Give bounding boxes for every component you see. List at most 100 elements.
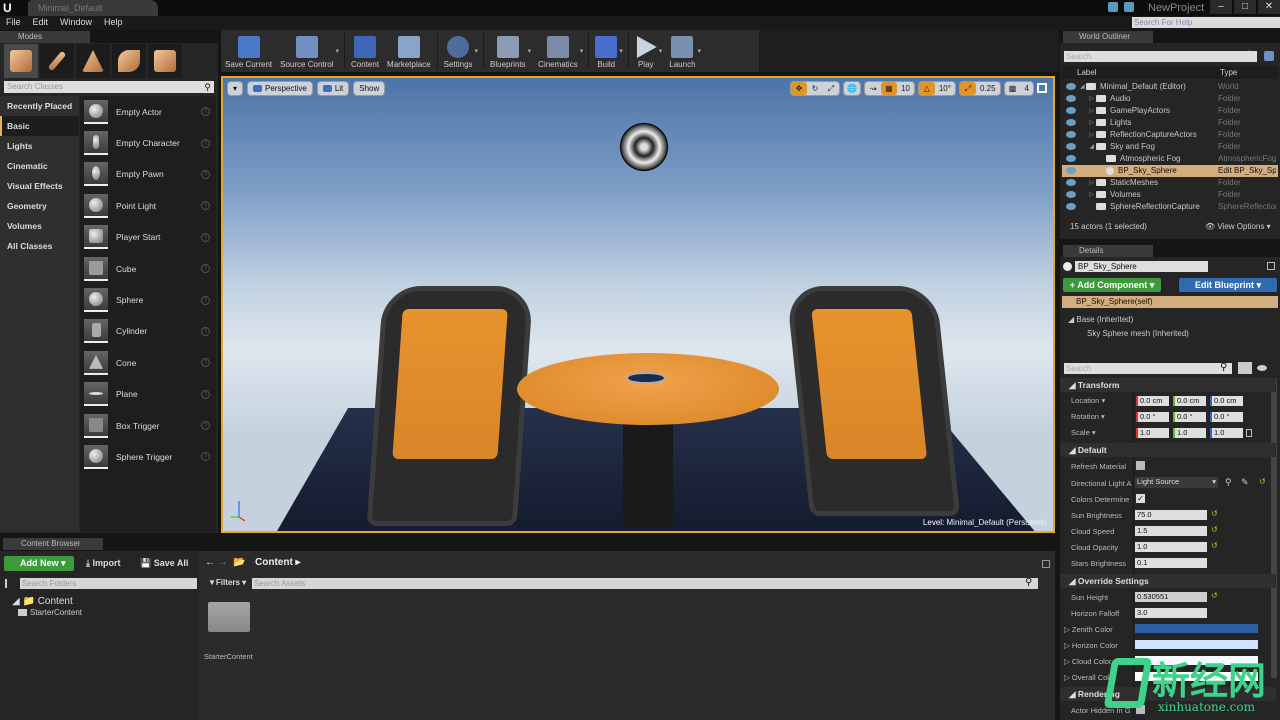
maximize-viewport-icon[interactable] <box>1037 83 1047 93</box>
back-arrow-icon[interactable]: ← <box>205 557 215 568</box>
starter-content-folder-tile[interactable] <box>208 602 250 632</box>
category-lights[interactable]: Lights <box>0 136 79 156</box>
help-icon[interactable]: ? <box>201 107 210 117</box>
category-geometry[interactable]: Geometry <box>0 196 79 216</box>
reset-icon[interactable]: ↺ <box>1259 477 1266 486</box>
class-item-empty-character[interactable]: Empty Character? <box>80 127 216 158</box>
browse-search-icon[interactable]: ⚲ <box>1225 477 1232 488</box>
lock-icon[interactable] <box>1042 560 1050 568</box>
eyedropper-icon[interactable]: ✎ <box>1241 477 1249 488</box>
scale-z-field[interactable]: 1.0 <box>1210 428 1243 438</box>
help-search-input[interactable]: Search For Help <box>1132 17 1280 28</box>
stars-brightness-field[interactable]: 0.1 <box>1135 558 1207 568</box>
tree-expander-icon[interactable]: ◢ <box>1080 143 1096 150</box>
outliner-row-type[interactable]: Edit BP_Sky_Sphere <box>1218 166 1276 175</box>
reset-icon[interactable]: ↺ <box>1211 509 1218 518</box>
location-y-field[interactable]: 0.0 cm <box>1173 396 1206 406</box>
outliner-row[interactable]: ▷ Audio Folder <box>1062 92 1278 104</box>
grid-snap-icon[interactable]: ▦ <box>880 82 897 95</box>
colors-determined-checkbox[interactable]: ✓ <box>1136 494 1145 503</box>
column-label[interactable]: Label <box>1077 68 1097 77</box>
rotation-snap-icon[interactable]: △ <box>918 82 935 95</box>
tree-expander-icon[interactable]: ▷ <box>1080 107 1096 114</box>
help-icon[interactable]: ? <box>201 138 210 148</box>
outliner-row[interactable]: ◢ Sky and Fog Folder <box>1062 140 1278 152</box>
visibility-eye-icon[interactable] <box>1066 94 1076 102</box>
class-item-empty-pawn[interactable]: Empty Pawn? <box>80 159 216 190</box>
help-icon[interactable]: ? <box>201 421 210 431</box>
visibility-eye-icon[interactable] <box>1066 82 1076 90</box>
tree-starter-content-folder[interactable]: StarterContent <box>30 608 82 617</box>
foliage-mode-button[interactable] <box>112 44 146 78</box>
visibility-eye-icon[interactable] <box>1066 106 1076 114</box>
rotation-snap-value[interactable]: 10° <box>935 82 955 95</box>
details-scrollbar[interactable] <box>1271 378 1277 678</box>
horizon-falloff-field[interactable]: 3.0 <box>1135 608 1207 618</box>
settings-button[interactable]: Settings <box>440 36 477 69</box>
place-mode-button[interactable] <box>4 44 38 78</box>
reset-icon[interactable]: ↺ <box>1211 525 1218 534</box>
lit-button[interactable]: Lit <box>316 81 350 96</box>
right-chair[interactable] <box>785 286 961 516</box>
class-item-cube[interactable]: Cube? <box>80 253 216 284</box>
outliner-row[interactable]: ▷ StaticMeshes Folder <box>1062 177 1278 189</box>
help-icon[interactable]: ? <box>201 389 210 399</box>
horizon-color-label[interactable]: ▷ Horizon Color <box>1064 641 1118 650</box>
sky-sphere-actor[interactable] <box>620 123 668 171</box>
view-options-button[interactable]: 👁 View Options ▾ <box>1205 222 1271 231</box>
visibility-eye-icon[interactable] <box>1066 118 1076 126</box>
class-item-plane[interactable]: Plane? <box>80 379 216 410</box>
visibility-eye-icon[interactable] <box>1066 191 1076 199</box>
details-search-input[interactable]: Search <box>1064 363 1232 374</box>
minimize-button[interactable]: – <box>1210 0 1232 14</box>
source-status-icon[interactable] <box>1124 2 1134 12</box>
class-item-player-start[interactable]: Player Start? <box>80 222 216 253</box>
outliner-row[interactable]: BP_Sky_Sphere Edit BP_Sky_Sphere <box>1062 164 1278 177</box>
location-label[interactable]: Location ▾ <box>1071 396 1105 405</box>
class-item-box-trigger[interactable]: Box Trigger? <box>80 410 216 441</box>
menu-help[interactable]: Help <box>98 16 129 30</box>
help-icon[interactable]: ? <box>201 201 210 211</box>
save-current-button[interactable]: Save Current <box>221 36 276 69</box>
notification-icon[interactable] <box>1108 2 1118 12</box>
class-item-sphere[interactable]: Sphere? <box>80 284 216 315</box>
add-new-button[interactable]: Add New ▾ <box>4 556 74 571</box>
class-item-cone[interactable]: Cone? <box>80 347 216 378</box>
play-button[interactable]: Play <box>631 36 661 69</box>
collapse-sources-icon[interactable] <box>5 579 16 588</box>
sun-brightness-field[interactable]: 75.0 <box>1135 510 1207 520</box>
tree-content-folder[interactable]: ◢ 📁 Content <box>12 596 73 607</box>
tree-expander-icon[interactable]: ▷ <box>1080 131 1096 138</box>
category-visual-effects[interactable]: Visual Effects <box>0 176 79 196</box>
category-all-classes[interactable]: All Classes <box>0 236 79 256</box>
rotate-icon[interactable]: ↻ <box>807 82 823 95</box>
outliner-row[interactable]: ◢ Minimal_Default (Editor) World <box>1062 80 1278 92</box>
help-icon[interactable]: ? <box>201 295 210 305</box>
scale-x-field[interactable]: 1.0 <box>1136 428 1169 438</box>
sun-height-field[interactable]: 0.530551 <box>1135 592 1207 602</box>
world-outliner-tab[interactable]: World Outliner <box>1063 31 1153 43</box>
category-recently-placed[interactable]: Recently Placed <box>0 96 79 116</box>
menu-edit[interactable]: Edit <box>27 16 55 30</box>
location-x-field[interactable]: 0.0 cm <box>1136 396 1169 406</box>
translate-icon[interactable]: ✥ <box>790 82 807 95</box>
lock-icon[interactable] <box>1267 262 1275 270</box>
help-icon[interactable]: ? <box>201 232 210 242</box>
show-button[interactable]: Show <box>353 81 386 96</box>
category-cinematic[interactable]: Cinematic <box>0 156 79 176</box>
tree-expander-icon[interactable]: ▷ <box>1080 95 1096 102</box>
maximize-button[interactable]: □ <box>1234 0 1256 14</box>
scale-y-field[interactable]: 1.0 <box>1173 428 1206 438</box>
column-type[interactable]: Type <box>1220 68 1237 77</box>
visibility-eye-icon[interactable] <box>1066 203 1076 211</box>
scale-label[interactable]: Scale ▾ <box>1071 428 1096 437</box>
help-icon[interactable]: ? <box>201 358 210 368</box>
section-override-settings[interactable]: ◢ Override Settings <box>1060 574 1276 588</box>
reset-icon[interactable]: ↺ <box>1211 541 1218 550</box>
path-breadcrumb[interactable]: Content ▸ <box>255 557 301 568</box>
component-self[interactable]: BP_Sky_Sphere(self) <box>1062 296 1278 308</box>
tree-expander-icon[interactable]: ▷ <box>1080 119 1096 126</box>
eye-visibility-icon[interactable] <box>1257 365 1267 371</box>
menu-file[interactable]: File <box>0 16 27 30</box>
world-globe-icon[interactable]: 🌐 <box>844 82 860 95</box>
